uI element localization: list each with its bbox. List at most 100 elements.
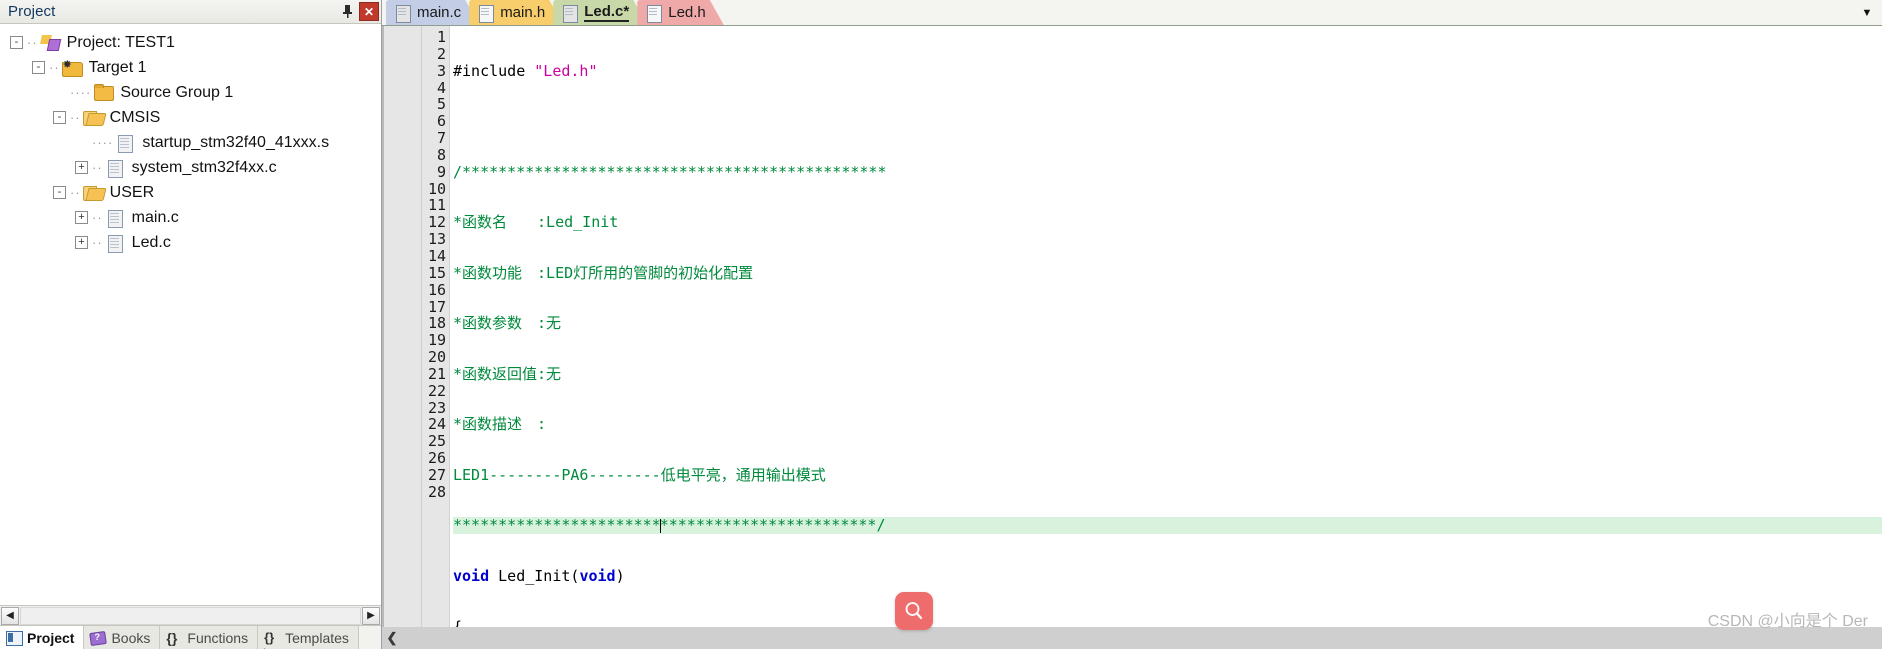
expander-toggle[interactable]: + (75, 211, 88, 224)
editor-code-text[interactable]: #include "Led.h" /**********************… (450, 26, 1882, 627)
expander-toggle[interactable]: - (32, 61, 45, 74)
code-line: *函数描述 : (453, 415, 547, 434)
line-number: 5 (436, 95, 446, 114)
tree-item-system-file[interactable]: + ·· system_stm32f4xx.c (0, 155, 381, 180)
tab-project[interactable]: Project (0, 626, 85, 649)
scroll-left-icon[interactable]: ◀ (1, 606, 19, 625)
line-number: 19 (427, 331, 446, 350)
editor-line-numbers: 1 2 3 4 5 6 7 8 9 10 11 12 13 14 15 16 1 (422, 26, 450, 627)
scroll-track[interactable] (402, 627, 1882, 649)
editor-breakpoint-margin[interactable] (384, 26, 422, 627)
expander-toggle[interactable]: + (75, 236, 88, 249)
folder-open-icon (82, 184, 103, 201)
tree-connector: ·· (27, 35, 38, 50)
tree-item-led-c[interactable]: + ·· Led.c (0, 230, 381, 255)
scroll-track[interactable] (20, 606, 361, 625)
code-line: *函数返回值:无 (453, 364, 562, 383)
code-line: *函数参数 :无 (453, 314, 562, 333)
editor-tab-led-c[interactable]: Led.c* (553, 0, 647, 25)
tree-connector: ·· (70, 185, 81, 200)
editor-tabstrip: main.c main.h Led.c* Led.h ▼ (382, 0, 1882, 26)
folder-closed-icon (93, 84, 115, 101)
line-number: 17 (427, 297, 446, 316)
line-number: 23 (427, 398, 446, 417)
file-icon (105, 159, 125, 178)
tree-connector: ·· (92, 210, 103, 225)
file-icon (563, 4, 578, 22)
tab-templates[interactable]: {}▶ Templates (258, 626, 359, 649)
line-number: 16 (427, 280, 446, 299)
tree-item-label: CMSIS (109, 108, 161, 126)
line-number: 24 (427, 415, 446, 434)
editor-body[interactable]: 1 2 3 4 5 6 7 8 9 10 11 12 13 14 15 16 1 (382, 26, 1882, 627)
line-number: 3 (436, 61, 446, 80)
code-line: #include "Led.h" (453, 61, 598, 80)
tree-item-user[interactable]: - ·· USER (0, 180, 381, 205)
tree-item-label: Source Group 1 (120, 83, 234, 101)
tree-item-label: startup_stm32f40_41xxx.s (142, 133, 330, 151)
chevron-down-icon[interactable]: ▼ (1854, 0, 1880, 25)
project-pane-buttons: ✕ (338, 2, 379, 21)
line-number: 4 (436, 78, 446, 97)
tree-item-startup-file[interactable]: ···· startup_stm32f40_41xxx.s (0, 130, 381, 155)
tree-connector: ·· (70, 110, 81, 125)
editor-tab-led-h[interactable]: Led.h (637, 0, 724, 25)
project-pane-titlebar: Project ✕ (0, 0, 381, 24)
pin-icon[interactable] (338, 2, 357, 21)
line-number: 27 (427, 465, 446, 484)
project-icon (40, 34, 60, 51)
file-icon (105, 234, 125, 253)
line-number: 21 (427, 364, 446, 383)
code-line: { (453, 617, 463, 627)
code-line: *函数名 :Led_Init (453, 213, 619, 232)
line-number: 20 (427, 348, 446, 367)
file-icon (115, 134, 135, 153)
tree-item-label: system_stm32f4xx.c (131, 158, 277, 176)
tab-functions[interactable]: {} Functions (160, 626, 259, 649)
scroll-right-icon[interactable]: ▶ (362, 606, 380, 625)
line-number: 15 (427, 263, 446, 282)
search-fab-button[interactable] (895, 592, 933, 630)
tab-label: Project (27, 629, 75, 646)
tab-label: Functions (187, 629, 249, 646)
close-icon[interactable]: ✕ (359, 2, 379, 21)
editor-tab-label: Led.h (668, 4, 706, 21)
file-icon (647, 4, 662, 22)
line-number: 22 (427, 381, 446, 400)
tree-connector: ···· (70, 85, 92, 100)
code-line-highlighted: ****************************************… (453, 517, 1882, 535)
project-pane: Project ✕ - ·· Project: TEST1 - ·· ✸ Tar… (0, 0, 382, 649)
expander-placeholder (75, 136, 88, 149)
tree-item-main-c[interactable]: + ·· main.c (0, 205, 381, 230)
project-pane-hscrollbar[interactable]: ◀ ▶ (0, 605, 381, 625)
tree-connector: ·· (92, 160, 103, 175)
scroll-left-icon[interactable]: ❮ (382, 627, 402, 649)
editor-gutter: 1 2 3 4 5 6 7 8 9 10 11 12 13 14 15 16 1 (384, 26, 450, 627)
search-icon (905, 602, 923, 620)
line-number: 14 (427, 246, 446, 265)
expander-toggle[interactable]: - (10, 36, 23, 49)
line-number: 10 (427, 179, 446, 198)
expander-toggle[interactable]: + (75, 161, 88, 174)
editor-hscrollbar[interactable]: ❮ (382, 627, 1882, 649)
file-icon (105, 209, 125, 228)
line-number: 13 (427, 230, 446, 249)
expander-toggle[interactable]: - (53, 111, 66, 124)
expander-toggle[interactable]: - (53, 186, 66, 199)
project-small-icon (6, 630, 23, 646)
tree-item-target[interactable]: - ·· Target 1 (0, 55, 381, 80)
tree-connector: ·· (49, 60, 60, 75)
code-line: *函数功能 :LED灯所用的管脚的初始化配置 (453, 263, 754, 282)
tree-item-source-group[interactable]: ···· Source Group 1 (0, 80, 381, 105)
tree-item-project[interactable]: - ·· Project: TEST1 (0, 30, 381, 55)
tree-connector: ···· (92, 135, 114, 150)
templates-icon: {}▶ (264, 630, 275, 649)
editor-tab-label: main.h (500, 4, 546, 21)
expander-placeholder (53, 86, 66, 99)
editor-tab-main-c[interactable]: main.c (386, 0, 479, 25)
tree-item-label: Project: TEST1 (66, 33, 175, 51)
tab-books[interactable]: Books (84, 626, 161, 649)
tree-item-label: main.c (131, 208, 179, 226)
tree-item-cmsis[interactable]: - ·· CMSIS (0, 105, 381, 130)
editor-tab-main-h[interactable]: main.h (469, 0, 563, 25)
